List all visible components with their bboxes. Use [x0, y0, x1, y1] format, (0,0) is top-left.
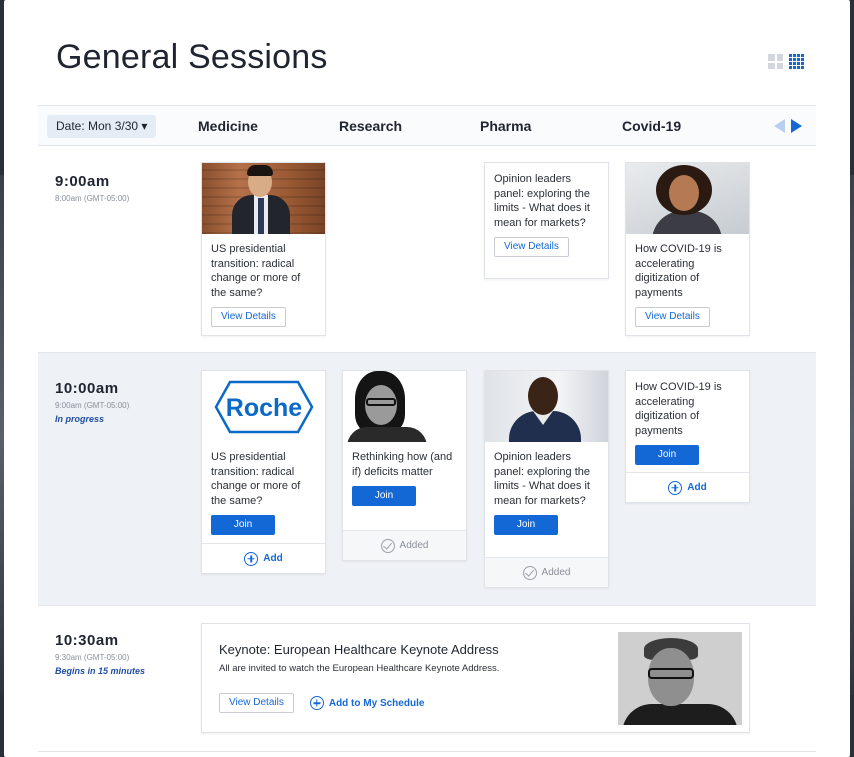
- add-circle-icon: [244, 551, 259, 566]
- time-slot: 10:00am 9:00am (GMT-05:00) In progress: [55, 380, 129, 424]
- roche-logo: Roche: [202, 371, 325, 442]
- man-in-navy-jacket-photo: [485, 371, 608, 442]
- column-research: Research: [339, 118, 403, 134]
- time-slot: 10:30am 9:30am (GMT-05:00) Begins in 15 …: [55, 632, 145, 676]
- next-arrow-icon[interactable]: [791, 119, 802, 133]
- join-button[interactable]: Join: [494, 515, 558, 535]
- add-circle-icon: [309, 696, 324, 710]
- time-slot-row: 10:00am 9:00am (GMT-05:00) In progress R…: [38, 353, 816, 606]
- grid-view-icon[interactable]: [768, 54, 783, 69]
- keynote-description: All are invited to watch the European He…: [219, 663, 500, 674]
- session-card[interactable]: How COVID-19 is accelerating digitizatio…: [625, 370, 750, 503]
- session-card[interactable]: How COVID-19 is accelerating digitizatio…: [625, 162, 750, 336]
- smiling-woman-photo: [626, 163, 749, 234]
- column-pharma: Pharma: [480, 118, 532, 134]
- slot-time: 9:00am: [55, 173, 110, 190]
- compact-grid-view-icon[interactable]: [789, 54, 804, 69]
- schedule-header: Date: Mon 3/30 ▾ Medicine Research Pharm…: [38, 105, 816, 146]
- keynote-title: Keynote: European Healthcare Keynote Add…: [219, 642, 499, 657]
- added-session-status[interactable]: Added: [343, 530, 466, 560]
- time-slot: 9:00am 8:00am (GMT-05:00): [55, 173, 129, 203]
- man-in-suit-photo: [202, 163, 325, 234]
- man-with-glasses-bw-photo: [618, 632, 742, 725]
- session-title: How COVID-19 is accelerating digitizatio…: [635, 243, 722, 299]
- date-selector[interactable]: Date: Mon 3/30 ▾: [47, 115, 157, 138]
- sessions-panel: General Sessions Date: Mon 3/30 ▾ Medici…: [4, 0, 850, 757]
- keynote-card[interactable]: Keynote: European Healthcare Keynote Add…: [201, 623, 750, 733]
- slot-status: In progress: [55, 414, 105, 424]
- time-slot-row: 9:00am 8:00am (GMT-05:00) US presidentia…: [38, 146, 816, 353]
- keynote-content: Keynote: European Healthcare Keynote Add…: [219, 642, 499, 713]
- added-label: Added: [541, 567, 571, 578]
- check-circle-icon: [522, 565, 537, 580]
- session-card[interactable]: Opinion leaders panel: exploring the lim…: [484, 162, 609, 279]
- session-card[interactable]: US presidential transition: radical chan…: [201, 162, 326, 336]
- add-label: Add: [263, 553, 283, 564]
- session-title: US presidential transition: radical chan…: [211, 451, 301, 507]
- add-to-schedule-label: Add to My Schedule: [328, 697, 425, 709]
- session-card[interactable]: Rethinking how (and if) deficits matter …: [342, 370, 467, 561]
- added-label: Added: [399, 540, 429, 551]
- column-medicine: Medicine: [198, 118, 258, 134]
- session-title: Opinion leaders panel: exploring the lim…: [494, 451, 591, 507]
- column-covid-19: Covid-19: [622, 118, 682, 134]
- view-details-button[interactable]: View Details: [635, 307, 710, 327]
- session-title: How COVID-19 is accelerating digitizatio…: [635, 381, 722, 437]
- join-button[interactable]: Join: [211, 515, 275, 535]
- session-title: Opinion leaders panel: exploring the lim…: [494, 173, 591, 229]
- add-session-button[interactable]: Add: [626, 472, 749, 502]
- woman-with-glasses-photo: [343, 371, 466, 442]
- view-details-button[interactable]: View Details: [219, 693, 294, 713]
- page-title: General Sessions: [56, 38, 328, 76]
- time-slot-row: 10:30am 9:30am (GMT-05:00) Begins in 15 …: [38, 606, 816, 752]
- view-details-button[interactable]: View Details: [211, 307, 286, 327]
- slot-local-time: 8:00am (GMT-05:00): [55, 194, 130, 203]
- svg-text:Roche: Roche: [225, 394, 302, 422]
- column-nav: [774, 119, 802, 133]
- slot-local-time: 9:00am (GMT-05:00): [55, 401, 130, 410]
- join-button[interactable]: Join: [635, 445, 699, 465]
- add-to-schedule-link[interactable]: Add to My Schedule: [309, 696, 425, 710]
- slot-status: Begins in 15 minutes: [55, 666, 146, 676]
- view-toggle: [768, 54, 804, 69]
- keynote-actions: View Details Add to My Schedule: [219, 693, 499, 713]
- session-card[interactable]: Roche US presidential transition: radica…: [201, 370, 326, 574]
- slot-time: 10:00am: [55, 380, 119, 397]
- view-details-button[interactable]: View Details: [494, 237, 569, 257]
- join-button[interactable]: Join: [352, 486, 416, 506]
- session-card[interactable]: Opinion leaders panel: exploring the lim…: [484, 370, 609, 588]
- add-circle-icon: [668, 480, 683, 495]
- slot-local-time: 9:30am (GMT-05:00): [55, 653, 130, 662]
- session-title: US presidential transition: radical chan…: [211, 243, 301, 299]
- added-session-status[interactable]: Added: [485, 557, 608, 587]
- prev-arrow-icon[interactable]: [774, 119, 785, 133]
- session-title: Rethinking how (and if) deficits matter: [352, 451, 453, 478]
- add-session-button[interactable]: Add: [202, 543, 325, 573]
- add-label: Add: [687, 482, 707, 493]
- check-circle-icon: [380, 538, 395, 553]
- slot-time: 10:30am: [55, 632, 119, 649]
